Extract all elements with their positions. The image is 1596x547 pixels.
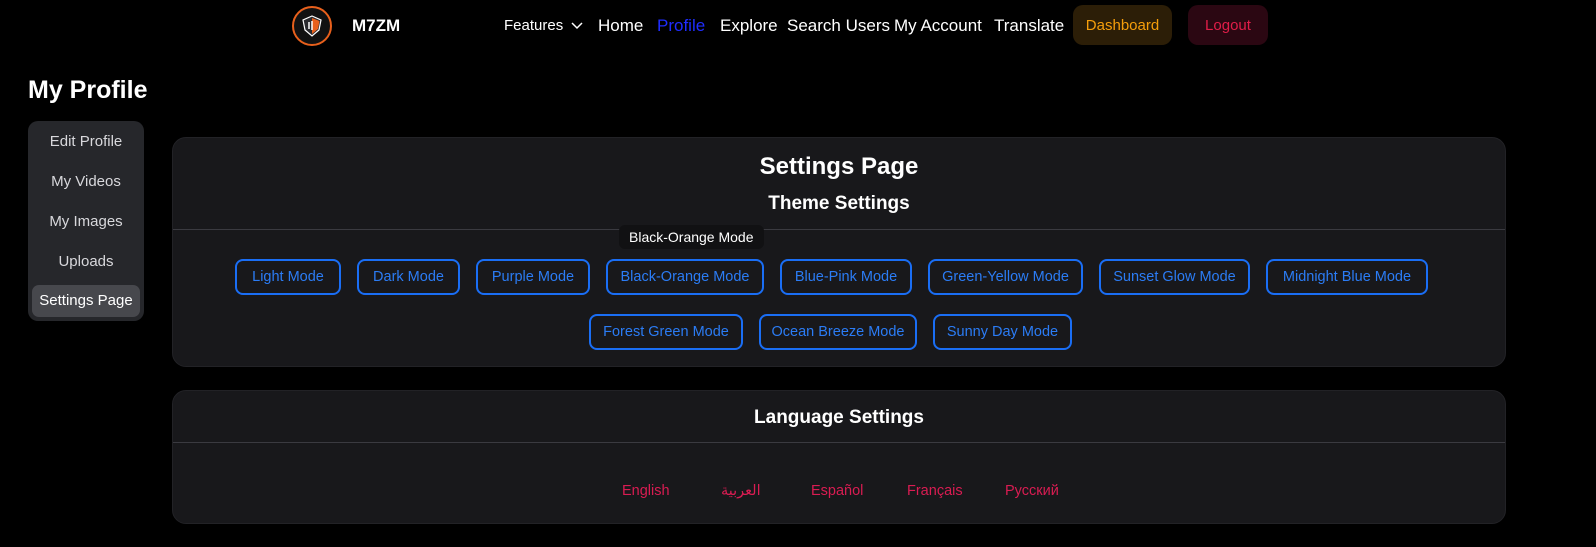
language-settings-card: Language Settings English العربية Españo… <box>172 390 1506 524</box>
sidebar-item-my-images[interactable]: My Images <box>28 213 144 230</box>
profile-sidebar: Edit Profile My Videos My Images Uploads… <box>28 121 144 321</box>
theme-settings-card: Settings Page Theme Settings Black-Orang… <box>172 137 1506 367</box>
theme-midnight-blue-mode-button[interactable]: Midnight Blue Mode <box>1266 259 1428 295</box>
theme-blue-pink-mode-button[interactable]: Blue-Pink Mode <box>780 259 912 295</box>
theme-tooltip: Black-Orange Mode <box>619 225 764 249</box>
nav-my-account[interactable]: My Account <box>894 16 982 36</box>
divider <box>173 442 1505 443</box>
theme-sunset-glow-mode-button[interactable]: Sunset Glow Mode <box>1099 259 1250 295</box>
sidebar-item-edit-profile[interactable]: Edit Profile <box>28 133 144 150</box>
nav-explore[interactable]: Explore <box>720 16 778 36</box>
theme-ocean-breeze-mode-button[interactable]: Ocean Breeze Mode <box>759 314 917 350</box>
theme-forest-green-mode-button[interactable]: Forest Green Mode <box>589 314 743 350</box>
nav-profile[interactable]: Profile <box>657 16 705 36</box>
nav-search-users[interactable]: Search Users <box>787 16 890 36</box>
theme-purple-mode-button[interactable]: Purple Mode <box>476 259 590 295</box>
language-english-link[interactable]: English <box>622 483 670 499</box>
shield-logo-icon <box>302 15 322 37</box>
page-title: My Profile <box>28 76 148 104</box>
language-settings-heading: Language Settings <box>754 407 924 428</box>
language-arabic-link[interactable]: العربية <box>721 483 761 499</box>
nav-features-dropdown[interactable]: Features <box>504 17 583 34</box>
theme-black-orange-mode-button[interactable]: Black-Orange Mode <box>606 259 764 295</box>
nav-translate[interactable]: Translate <box>994 16 1064 36</box>
language-french-link[interactable]: Français <box>907 483 963 499</box>
logout-button[interactable]: Logout <box>1188 5 1268 45</box>
sidebar-item-uploads[interactable]: Uploads <box>28 253 144 270</box>
sidebar-item-settings-page[interactable]: Settings Page <box>32 285 140 317</box>
theme-light-mode-button[interactable]: Light Mode <box>235 259 341 295</box>
nav-home[interactable]: Home <box>598 16 643 36</box>
settings-page-title: Settings Page <box>759 153 919 180</box>
dashboard-button[interactable]: Dashboard <box>1073 5 1172 45</box>
theme-sunny-day-mode-button[interactable]: Sunny Day Mode <box>933 314 1072 350</box>
language-russian-link[interactable]: Русский <box>1005 483 1059 499</box>
sidebar-item-my-videos[interactable]: My Videos <box>28 173 144 190</box>
theme-settings-heading: Theme Settings <box>768 193 910 214</box>
theme-dark-mode-button[interactable]: Dark Mode <box>357 259 460 295</box>
nav-features-label: Features <box>504 17 564 34</box>
brand-name[interactable]: M7ZM <box>352 16 400 36</box>
theme-green-yellow-mode-button[interactable]: Green-Yellow Mode <box>928 259 1083 295</box>
divider <box>173 229 1505 230</box>
logo-icon[interactable] <box>292 6 332 46</box>
chevron-down-icon <box>571 21 583 29</box>
language-spanish-link[interactable]: Español <box>811 483 863 499</box>
